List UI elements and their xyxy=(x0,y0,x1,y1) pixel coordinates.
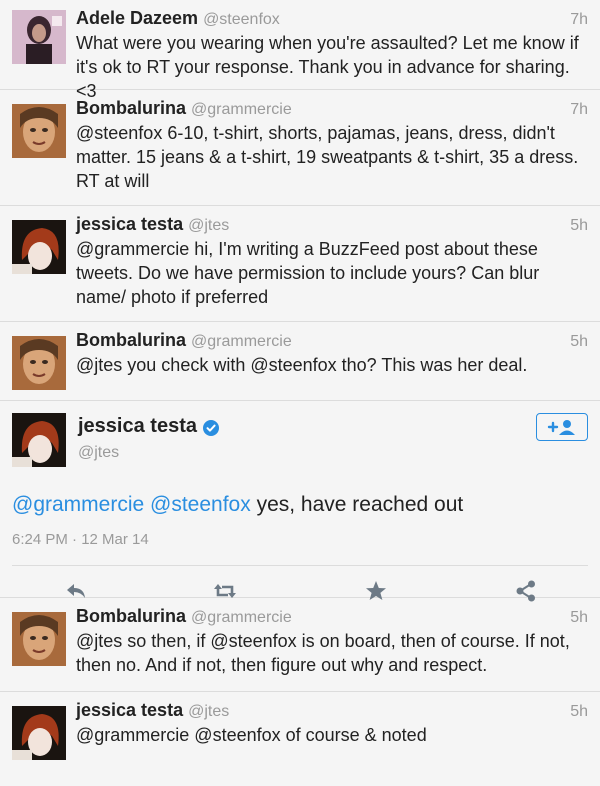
tweet-item[interactable]: Bombalurina @grammercie 5h @jtes you che… xyxy=(0,322,600,401)
tweet-text: @grammercie hi, I'm writing a BuzzFeed p… xyxy=(76,239,540,307)
author-name[interactable]: Adele Dazeem xyxy=(76,8,198,29)
timestamp: 7h xyxy=(570,11,588,28)
mention-link[interactable]: @steenfox xyxy=(150,493,251,516)
author-name[interactable]: Bombalurina xyxy=(76,606,186,627)
tweet-text: @steenfox 6-10, t-shirt, shorts, pajamas… xyxy=(76,123,579,191)
tweet-text: @grammercie @steenfox of course & noted xyxy=(76,725,427,745)
follow-button[interactable] xyxy=(536,413,588,441)
avatar[interactable] xyxy=(12,220,66,274)
avatar[interactable] xyxy=(12,104,66,158)
avatar-image xyxy=(12,413,66,467)
avatar[interactable] xyxy=(12,706,66,760)
author-handle[interactable]: @grammercie xyxy=(191,333,292,351)
tweet-text: @jtes you check with @steenfox tho? This… xyxy=(76,355,528,375)
author-name[interactable]: jessica testa xyxy=(78,415,197,438)
author-name[interactable]: jessica testa xyxy=(76,700,183,721)
timestamp: 5h xyxy=(570,333,588,350)
tweet-item[interactable]: Bombalurina @grammercie 7h @steenfox 6-1… xyxy=(0,90,600,206)
author-name[interactable]: Bombalurina xyxy=(76,98,186,119)
add-user-icon xyxy=(547,420,575,435)
avatar-image xyxy=(12,612,66,666)
tweet-item[interactable]: jessica testa @jtes 5h @grammercie @stee… xyxy=(0,692,600,786)
avatar-image xyxy=(12,336,66,390)
mention-link[interactable]: @grammercie xyxy=(12,493,144,516)
avatar-image xyxy=(12,220,66,274)
author-handle[interactable]: @grammercie xyxy=(191,101,292,119)
author-handle[interactable]: @jtes xyxy=(78,444,219,462)
timestamp: 5h xyxy=(570,703,588,720)
timestamp: 5h xyxy=(570,217,588,234)
author-handle[interactable]: @grammercie xyxy=(191,609,292,627)
author-name[interactable]: Bombalurina xyxy=(76,330,186,351)
expanded-tweet: jessica testa @jtes @grammercie @steenfo… xyxy=(0,401,600,602)
avatar-image xyxy=(12,706,66,760)
verified-badge-icon xyxy=(202,419,219,436)
tweet-item[interactable]: Bombalurina @grammercie 5h @jtes so then… xyxy=(0,598,600,692)
avatar[interactable] xyxy=(12,612,66,666)
author-handle[interactable]: @jtes xyxy=(188,703,229,721)
timestamp: 5h xyxy=(570,609,588,626)
author-name[interactable]: jessica testa xyxy=(76,214,183,235)
avatar[interactable] xyxy=(12,336,66,390)
author-handle[interactable]: @jtes xyxy=(188,217,229,235)
avatar[interactable] xyxy=(12,413,66,467)
avatar-image xyxy=(12,10,66,64)
tweet-date: 6:24 PM · 12 Mar 14 xyxy=(12,531,149,548)
timestamp: 7h xyxy=(570,101,588,118)
tweet-item[interactable]: Adele Dazeem @steenfox 7h What were you … xyxy=(0,0,600,101)
tweet-item[interactable]: jessica testa @jtes 5h @grammercie hi, I… xyxy=(0,206,600,322)
avatar[interactable] xyxy=(12,10,66,64)
tweet-text: @jtes so then, if @steenfox is on board,… xyxy=(76,631,570,675)
tweet-text-body: yes, have reached out xyxy=(250,493,464,516)
tweet-text: @grammercie @steenfox yes, have reached … xyxy=(0,471,600,517)
author-handle[interactable]: @steenfox xyxy=(203,11,280,29)
avatar-image xyxy=(12,104,66,158)
